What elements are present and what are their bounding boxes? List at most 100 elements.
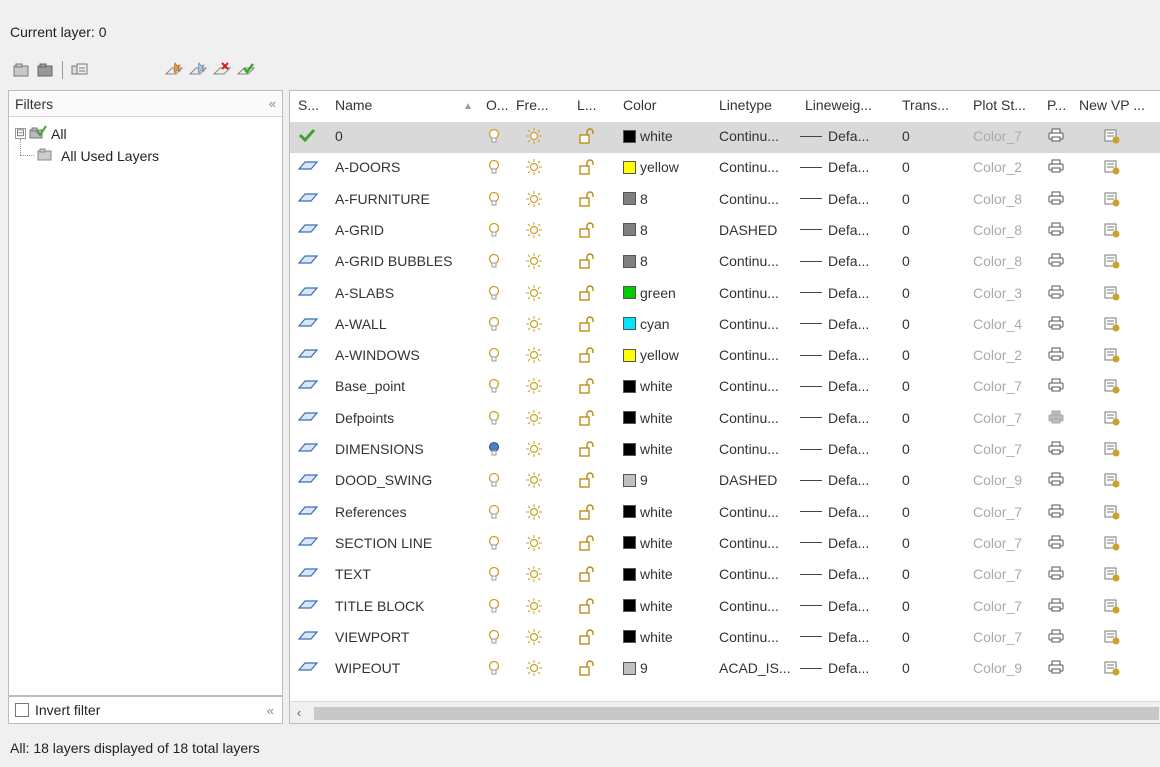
new-vp-freeze-icon[interactable] <box>1103 159 1121 175</box>
unlock-icon[interactable] <box>578 347 596 363</box>
transparency-value[interactable]: 0 <box>902 629 910 645</box>
column-freeze[interactable]: Fre... <box>516 97 549 113</box>
layer-color[interactable]: yellow <box>623 347 679 363</box>
transparency-value[interactable]: 0 <box>902 598 910 614</box>
table-row[interactable]: A-GRID BUBBLES 8 Continu... Defa... 0 Color_8 <box>290 247 1160 278</box>
linetype-value[interactable]: Continu... <box>719 253 779 269</box>
transparency-value[interactable]: 0 <box>902 253 910 269</box>
thaw-sun-icon[interactable] <box>526 284 542 301</box>
new-vp-freeze-icon[interactable] <box>1103 629 1121 645</box>
lineweight-value[interactable]: Defa... <box>800 535 869 551</box>
printer-icon[interactable] <box>1048 660 1064 674</box>
thaw-sun-icon[interactable] <box>526 315 542 332</box>
printer-icon[interactable] <box>1048 191 1064 205</box>
table-row[interactable]: TITLE BLOCK white Continu... Defa... 0 Color_… <box>290 592 1160 623</box>
layer-name[interactable]: VIEWPORT <box>335 629 409 645</box>
new-property-filter-icon[interactable] <box>10 59 32 81</box>
invert-filter-checkbox[interactable] <box>15 703 29 717</box>
lightbulb-on-icon[interactable] <box>488 347 500 363</box>
table-row[interactable]: References white Continu... Defa... 0 Color_7 <box>290 498 1160 529</box>
layer-status-icon[interactable] <box>298 598 318 610</box>
collapse-filters-button[interactable]: « <box>267 703 274 718</box>
layer-name[interactable]: 0 <box>335 128 343 144</box>
layer-name[interactable]: A-FURNITURE <box>335 191 430 207</box>
linetype-value[interactable]: Continu... <box>719 410 779 426</box>
printer-icon[interactable] <box>1048 629 1064 643</box>
transparency-value[interactable]: 0 <box>902 566 910 582</box>
layer-status-icon[interactable] <box>298 410 318 422</box>
thaw-sun-icon[interactable] <box>526 597 542 614</box>
new-group-filter-icon[interactable] <box>34 59 56 81</box>
layer-color[interactable]: white <box>623 629 673 645</box>
printer-icon[interactable] <box>1048 535 1064 549</box>
layer-name[interactable]: A-GRID <box>335 222 384 238</box>
printer-icon[interactable] <box>1048 472 1064 486</box>
collapse-filters-button[interactable]: « <box>269 96 276 111</box>
lightbulb-on-icon[interactable] <box>488 472 500 488</box>
transparency-value[interactable]: 0 <box>902 222 910 238</box>
layer-color[interactable]: white <box>623 504 673 520</box>
linetype-value[interactable]: Continu... <box>719 566 779 582</box>
layer-color[interactable]: 9 <box>623 472 648 488</box>
column-transparency[interactable]: Trans... <box>902 97 949 113</box>
linetype-value[interactable]: ACAD_IS... <box>719 660 791 676</box>
tree-collapse-icon[interactable]: ⊟ <box>15 128 26 139</box>
printer-icon[interactable] <box>1048 504 1064 518</box>
layer-name[interactable]: A-DOORS <box>335 159 400 175</box>
transparency-value[interactable]: 0 <box>902 128 910 144</box>
thaw-sun-icon[interactable] <box>526 472 542 489</box>
layer-color[interactable]: 8 <box>623 191 648 207</box>
delete-layer-icon[interactable] <box>211 59 233 81</box>
layer-status-icon[interactable] <box>298 222 318 234</box>
transparency-value[interactable]: 0 <box>902 660 910 676</box>
new-layer-vp-frozen-icon[interactable] <box>187 59 209 81</box>
table-row[interactable]: SECTION LINE white Continu... Defa... 0 Color… <box>290 529 1160 560</box>
layer-color[interactable]: white <box>623 566 673 582</box>
lineweight-value[interactable]: Defa... <box>800 598 869 614</box>
printer-disabled-icon[interactable] <box>1048 410 1064 424</box>
lightbulb-on-icon[interactable] <box>488 410 500 426</box>
table-row[interactable]: A-SLABS green Continu... Defa... 0 Color_3 <box>290 279 1160 310</box>
new-vp-freeze-icon[interactable] <box>1103 191 1121 207</box>
layer-color[interactable]: white <box>623 441 673 457</box>
new-layer-icon[interactable] <box>163 59 185 81</box>
thaw-sun-icon[interactable] <box>526 190 542 207</box>
transparency-value[interactable]: 0 <box>902 535 910 551</box>
layer-color[interactable]: white <box>623 378 673 394</box>
lightbulb-on-icon[interactable] <box>488 285 500 301</box>
thaw-sun-icon[interactable] <box>526 347 542 364</box>
layer-status-icon[interactable] <box>298 347 318 359</box>
layer-status-icon[interactable] <box>298 504 318 516</box>
layer-color[interactable]: white <box>623 598 673 614</box>
lineweight-value[interactable]: Defa... <box>800 441 869 457</box>
thaw-sun-icon[interactable] <box>526 534 542 551</box>
scrollbar-thumb[interactable] <box>314 707 1159 720</box>
table-row[interactable]: A-WINDOWS yellow Continu... Defa... 0 Color_2 <box>290 341 1160 372</box>
column-name[interactable]: Name <box>335 97 372 113</box>
layer-states-manager-icon[interactable] <box>69 59 91 81</box>
unlock-icon[interactable] <box>578 378 596 395</box>
transparency-value[interactable]: 0 <box>902 378 910 394</box>
table-row[interactable]: Base_point white Continu... Defa... 0 Color_7 <box>290 372 1160 403</box>
lineweight-value[interactable]: Defa... <box>800 566 869 582</box>
layer-name[interactable]: A-GRID BUBBLES <box>335 253 452 269</box>
table-row[interactable]: A-DOORS yellow Continu... Defa... 0 Color_2 <box>290 153 1160 184</box>
linetype-value[interactable]: Continu... <box>719 347 779 363</box>
new-vp-freeze-icon[interactable] <box>1103 441 1121 457</box>
lightbulb-on-icon[interactable] <box>488 191 500 207</box>
lightbulb-on-icon[interactable] <box>488 159 500 175</box>
linetype-value[interactable]: Continu... <box>719 128 779 144</box>
current-layer-check-icon[interactable] <box>298 128 316 142</box>
table-row[interactable]: WIPEOUT 9 ACAD_IS... Defa... 0 Color_9 <box>290 654 1160 685</box>
unlock-icon[interactable] <box>578 159 596 175</box>
linetype-value[interactable]: DASHED <box>719 472 777 488</box>
printer-icon[interactable] <box>1048 285 1064 299</box>
column-on[interactable]: O... <box>486 97 509 113</box>
layer-color[interactable]: cyan <box>623 316 670 332</box>
new-vp-freeze-icon[interactable] <box>1103 222 1121 238</box>
printer-icon[interactable] <box>1048 128 1064 142</box>
thaw-sun-icon[interactable] <box>526 159 542 176</box>
unlock-icon[interactable] <box>578 253 596 269</box>
lightbulb-on-icon[interactable] <box>488 535 500 551</box>
lineweight-value[interactable]: Defa... <box>800 629 869 645</box>
